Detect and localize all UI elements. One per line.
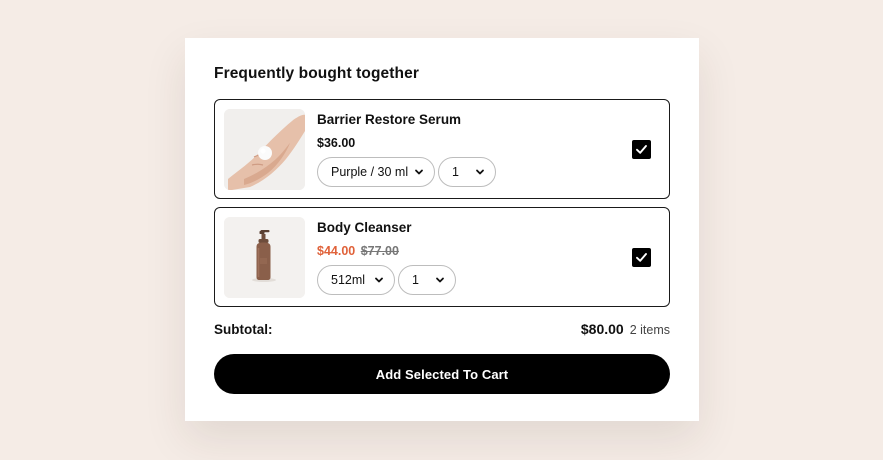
checkmark-icon — [636, 145, 647, 154]
subtotal-value: $80.00 — [580, 321, 624, 337]
variant-select[interactable]: Purple / 30 ml — [317, 157, 435, 187]
price-current: $36.00 — [317, 136, 356, 150]
quantity-select-value: 1 — [452, 165, 459, 179]
product-image-cleanser[interactable] — [224, 217, 305, 298]
chevron-down-icon — [375, 277, 383, 283]
product-price: $44.00 $77.00 — [317, 244, 399, 258]
add-selected-to-cart-button[interactable]: Add Selected To Cart — [214, 354, 670, 394]
product-name[interactable]: Body Cleanser — [317, 220, 412, 235]
chevron-down-icon — [436, 277, 444, 283]
price-sale: $44.00 — [317, 244, 356, 258]
pump-bottle-image — [224, 217, 305, 298]
subtotal-label: Subtotal: — [214, 322, 273, 337]
bundle-item-body-cleanser: Body Cleanser $44.00 $77.00 512ml 1 — [214, 207, 670, 307]
variant-select-value: 512ml — [331, 273, 366, 287]
variant-select[interactable]: 512ml — [317, 265, 395, 295]
quantity-select-value: 1 — [412, 273, 419, 287]
chevron-down-icon — [415, 169, 423, 175]
checkmark-icon — [636, 253, 647, 262]
product-image-serum[interactable] — [224, 109, 305, 190]
include-item-checkbox[interactable] — [632, 248, 651, 267]
variant-select-value: Purple / 30 ml — [331, 165, 409, 179]
quantity-select[interactable]: 1 — [438, 157, 496, 187]
widget-title: Frequently bought together — [214, 65, 419, 82]
bundle-widget: Frequently bought together Barrier Resto… — [185, 38, 699, 421]
subtotal-summary: $80.00 2 items — [581, 321, 670, 337]
include-item-checkbox[interactable] — [632, 140, 651, 159]
hand-with-cream-image — [224, 109, 305, 190]
product-price: $36.00 — [317, 136, 355, 150]
item-count: 2 items — [629, 323, 670, 337]
quantity-select[interactable]: 1 — [398, 265, 456, 295]
product-name[interactable]: Barrier Restore Serum — [317, 112, 461, 127]
bundle-item-barrier-restore-serum: Barrier Restore Serum $36.00 Purple / 30… — [214, 99, 670, 199]
price-compare-at: $77.00 — [360, 244, 399, 258]
chevron-down-icon — [476, 169, 484, 175]
